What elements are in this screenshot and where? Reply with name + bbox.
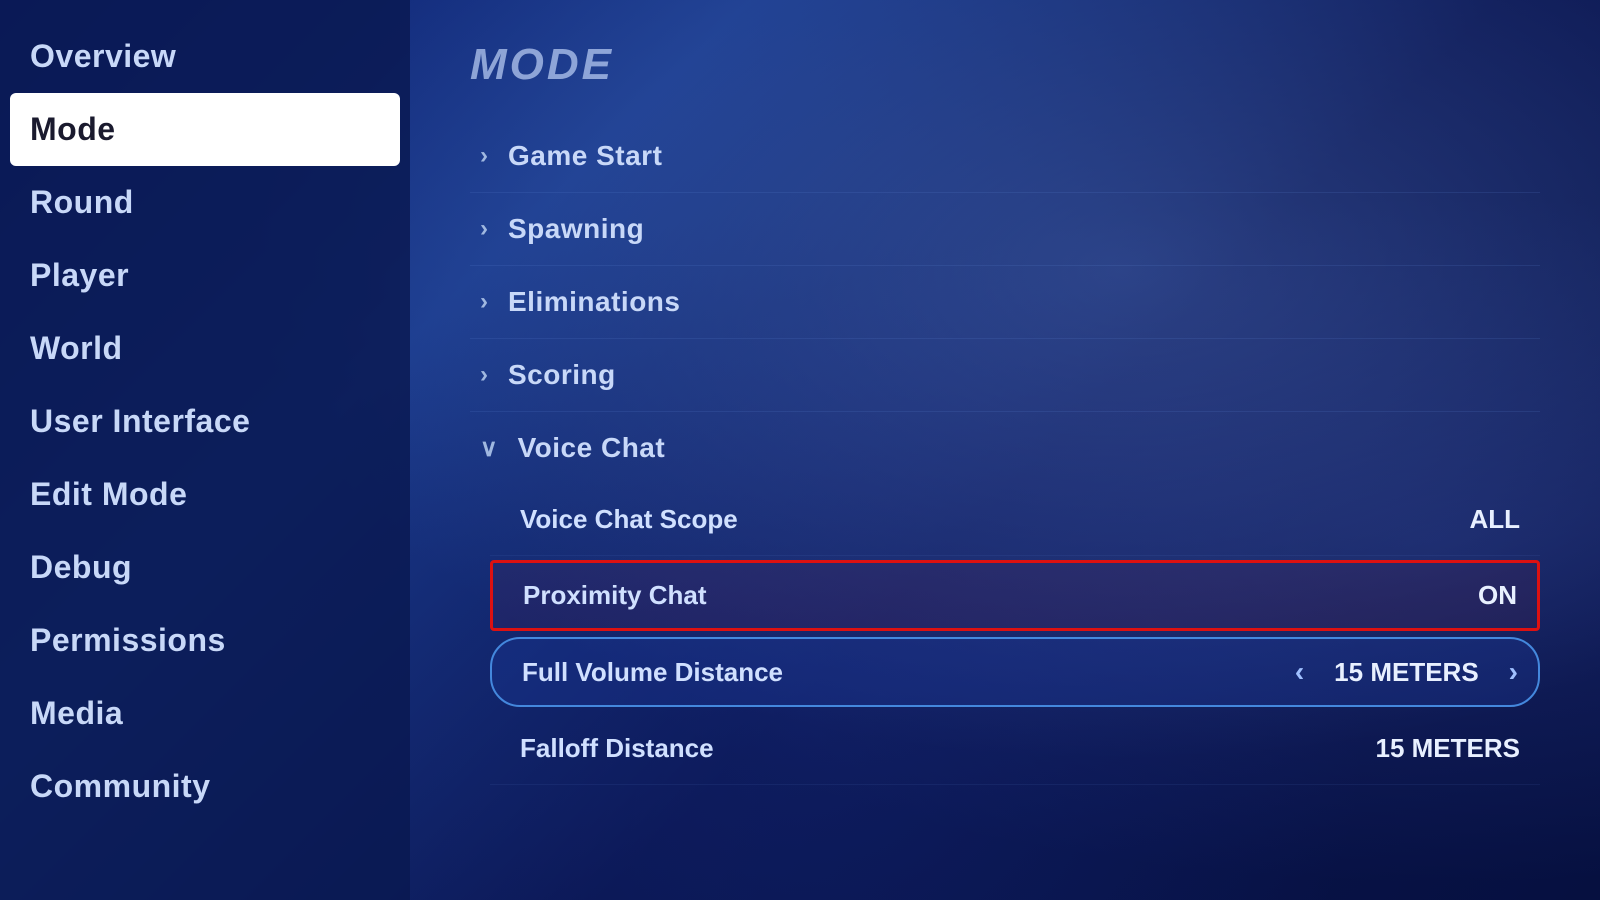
falloff-distance-label: Falloff Distance <box>520 733 714 764</box>
scoring-label: Scoring <box>508 359 616 391</box>
arrow-left-icon[interactable]: ‹ <box>1295 656 1304 688</box>
falloff-distance-row[interactable]: Falloff Distance 15 METERS <box>490 713 1540 785</box>
spawning-label: Spawning <box>508 213 644 245</box>
sidebar-item-permissions[interactable]: Permissions <box>0 604 410 677</box>
proximity-chat-value: ON <box>1478 580 1517 611</box>
app-layout: Overview Mode Round Player World User In… <box>0 0 1600 900</box>
full-volume-distance-row[interactable]: Full Volume Distance ‹ 15 METERS › <box>490 637 1540 707</box>
arrow-right-icon[interactable]: › <box>1509 656 1518 688</box>
sidebar-item-round[interactable]: Round <box>0 166 410 239</box>
chevron-right-icon: › <box>480 142 488 170</box>
sidebar-item-mode[interactable]: Mode <box>10 93 400 166</box>
menu-item-eliminations[interactable]: › Eliminations <box>470 266 1540 339</box>
proximity-chat-label: Proximity Chat <box>523 580 707 611</box>
voice-chat-settings: Voice Chat Scope ALL Proximity Chat ON F… <box>470 484 1540 785</box>
chevron-down-icon: ∨ <box>480 434 498 463</box>
sidebar-item-media[interactable]: Media <box>0 677 410 750</box>
falloff-distance-value: 15 METERS <box>1376 733 1521 764</box>
full-volume-distance-number: 15 METERS <box>1334 657 1479 688</box>
sidebar-item-overview[interactable]: Overview <box>0 20 410 93</box>
chevron-right-icon-2: › <box>480 215 488 243</box>
voice-chat-scope-row[interactable]: Voice Chat Scope ALL <box>490 484 1540 556</box>
voice-chat-scope-label: Voice Chat Scope <box>520 504 738 535</box>
main-content: MODE › Game Start › Spawning › Eliminati… <box>410 0 1600 900</box>
sidebar-item-world[interactable]: World <box>0 312 410 385</box>
sidebar-item-debug[interactable]: Debug <box>0 531 410 604</box>
voice-chat-scope-value: ALL <box>1469 504 1520 535</box>
proximity-chat-row[interactable]: Proximity Chat ON <box>490 560 1540 631</box>
voice-chat-label: Voice Chat <box>518 432 666 464</box>
sidebar-item-user-interface[interactable]: User Interface <box>0 385 410 458</box>
sidebar-item-edit-mode[interactable]: Edit Mode <box>0 458 410 531</box>
eliminations-label: Eliminations <box>508 286 680 318</box>
game-start-label: Game Start <box>508 140 662 172</box>
menu-item-scoring[interactable]: › Scoring <box>470 339 1540 412</box>
section-title: MODE <box>470 40 1540 90</box>
full-volume-distance-value: ‹ 15 METERS › <box>1295 656 1518 688</box>
menu-item-spawning[interactable]: › Spawning <box>470 193 1540 266</box>
sidebar-item-community[interactable]: Community <box>0 750 410 823</box>
chevron-right-icon-4: › <box>480 361 488 389</box>
voice-chat-header[interactable]: ∨ Voice Chat <box>470 412 1540 484</box>
sidebar-item-player[interactable]: Player <box>0 239 410 312</box>
menu-item-game-start[interactable]: › Game Start <box>470 120 1540 193</box>
full-volume-distance-label: Full Volume Distance <box>522 657 783 688</box>
sidebar: Overview Mode Round Player World User In… <box>0 0 410 900</box>
menu-list: › Game Start › Spawning › Eliminations ›… <box>470 120 1540 785</box>
chevron-right-icon-3: › <box>480 288 488 316</box>
